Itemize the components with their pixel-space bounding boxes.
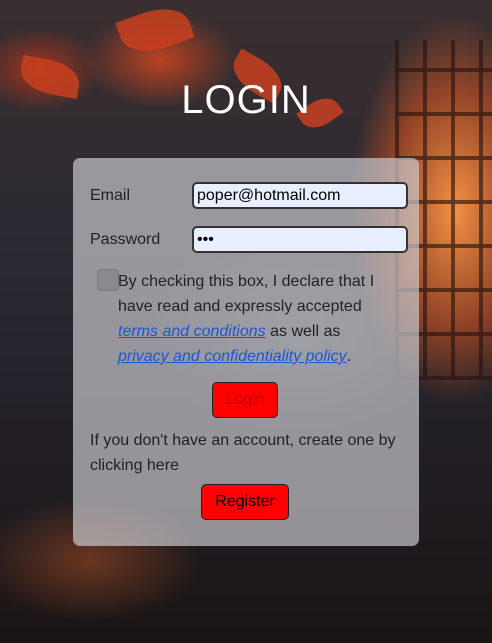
consent-text-middle: as well as	[270, 323, 341, 340]
consent-checkbox[interactable]	[97, 269, 119, 291]
consent-text-after: .	[346, 348, 352, 365]
email-field[interactable]	[192, 182, 408, 209]
password-field[interactable]	[192, 226, 408, 253]
register-hint: If you don't have an account, create one…	[90, 432, 396, 474]
login-card: Email Password By checking this box, I d…	[73, 158, 419, 546]
privacy-link[interactable]: privacy and confidentiality policy	[118, 348, 347, 365]
terms-link[interactable]: terms and conditions	[118, 323, 266, 340]
login-button[interactable]: Login	[212, 382, 278, 418]
consent-text: By checking this box, I declare that I h…	[118, 269, 388, 369]
page-title: LOGIN	[181, 78, 311, 122]
email-label: Email	[90, 187, 131, 204]
password-label: Password	[90, 231, 161, 248]
register-button[interactable]: Register	[201, 484, 289, 520]
consent-text-before: By checking this box, I declare that I h…	[118, 273, 375, 315]
